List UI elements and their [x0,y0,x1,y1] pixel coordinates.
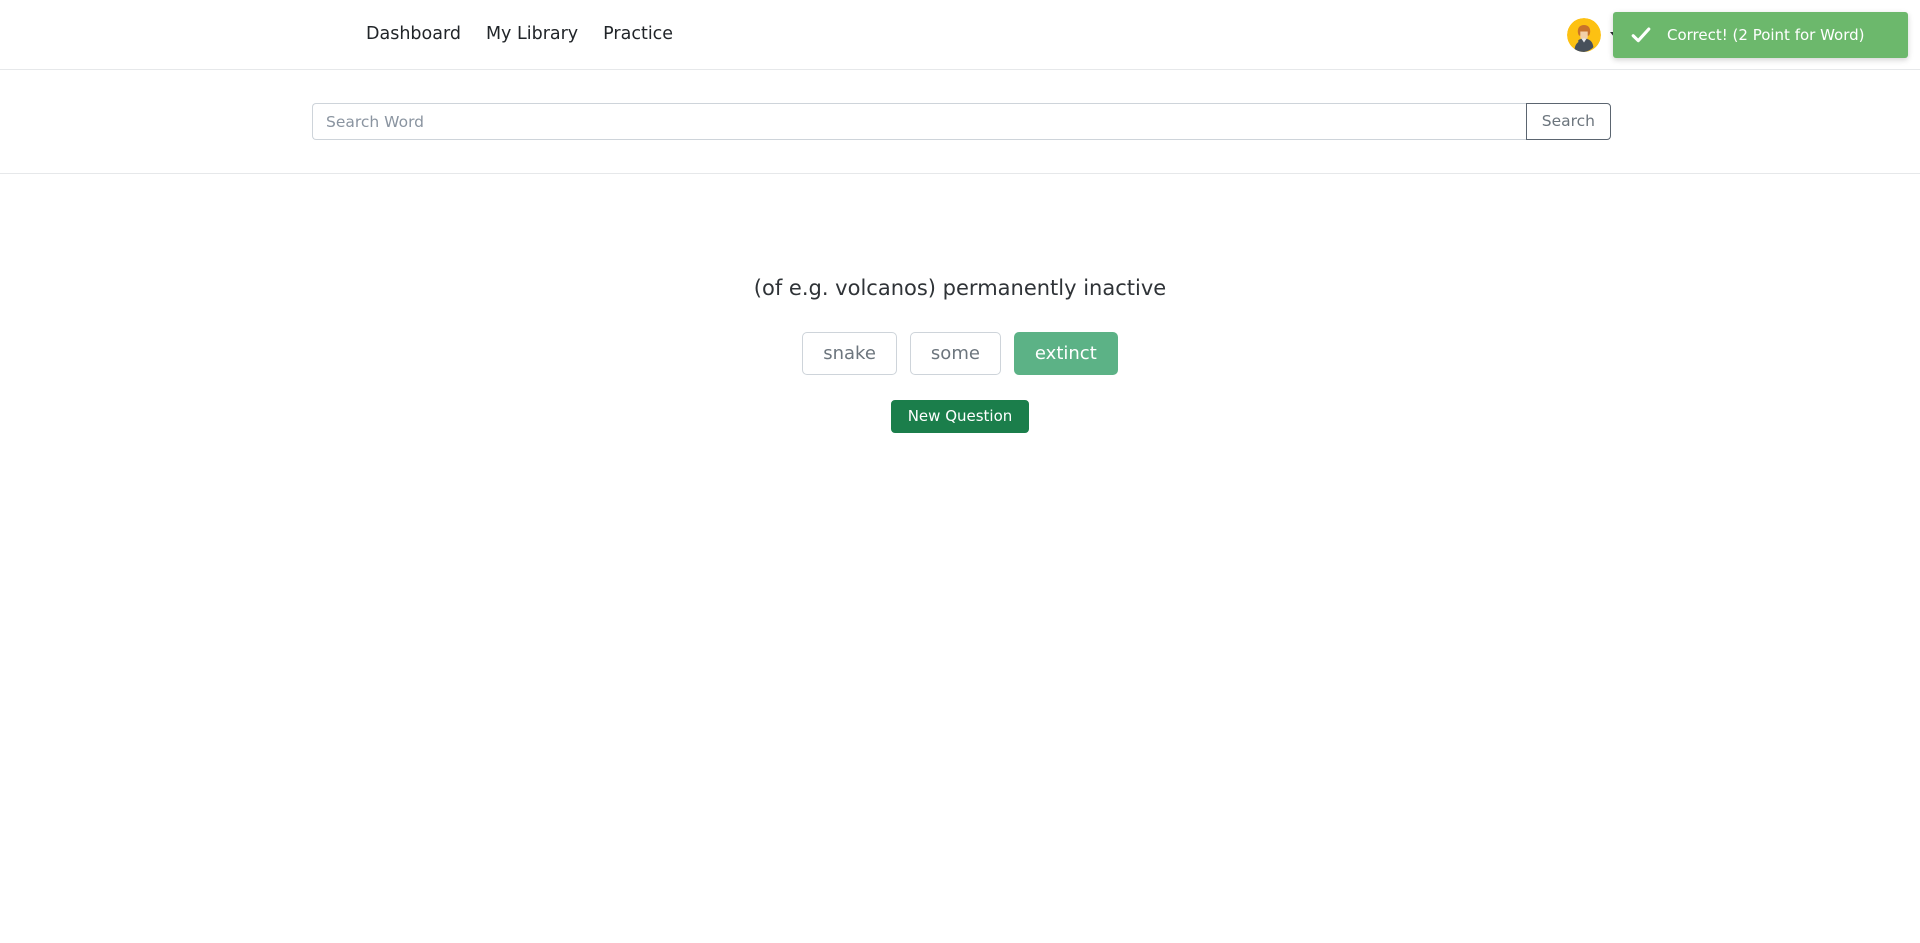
nav-link-dashboard[interactable]: Dashboard [366,25,461,44]
answer-choices: snake some extinct [0,332,1920,376]
search-section: Search [0,70,1920,174]
search-input[interactable] [312,103,1526,140]
practice-main: (of e.g. volcanos) permanently inactive … [0,274,1920,434]
answer-choice-extinct[interactable]: extinct [1013,332,1118,376]
search-input-group: Search [312,103,1611,140]
nav-links: Dashboard My Library Practice [366,25,673,44]
user-avatar-icon[interactable] [1567,18,1601,52]
new-question-button[interactable]: New Question [890,400,1030,434]
toast-message: Correct! (2 Point for Word) [1667,25,1865,44]
nav-link-practice[interactable]: Practice [603,25,673,44]
answer-choice-some[interactable]: some [909,332,1001,376]
success-toast[interactable]: Correct! (2 Point for Word) [1613,12,1908,58]
answer-choice-snake[interactable]: snake [802,332,897,376]
check-icon [1631,27,1651,43]
question-prompt: (of e.g. volcanos) permanently inactive [753,276,1167,300]
search-button[interactable]: Search [1525,103,1611,140]
nav-link-my-library[interactable]: My Library [486,25,578,44]
